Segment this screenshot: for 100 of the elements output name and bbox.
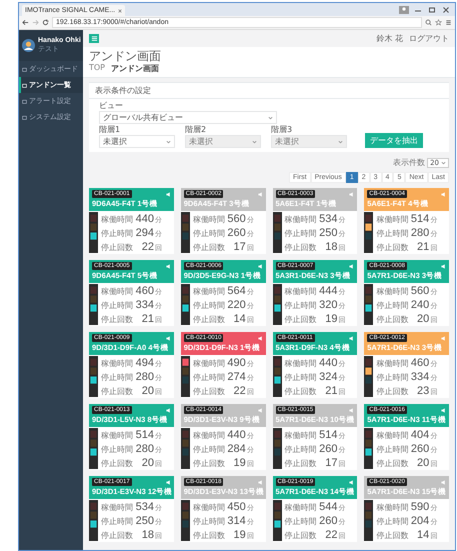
stat-label: 停止回数 <box>192 242 225 253</box>
field-label: 階層3 <box>271 125 294 135</box>
stat-value: 260 <box>318 443 338 455</box>
speaker-icon[interactable] <box>166 192 171 196</box>
stat-value: 22 <box>324 529 338 541</box>
stat-label: 停止回数 <box>284 242 316 253</box>
forward-icon[interactable] <box>32 19 39 26</box>
stat-label: 稼働時間 <box>192 358 225 369</box>
stat-value: 460 <box>134 285 154 297</box>
avatar-icon <box>22 39 35 52</box>
field-label: 階層2 <box>185 125 208 135</box>
stat-label: 停止時間 <box>192 516 225 527</box>
speaker-icon[interactable] <box>441 264 446 268</box>
stat-label: 稼働時間 <box>376 214 408 225</box>
speaker-icon[interactable] <box>166 480 171 484</box>
stat-label: 停止時間 <box>284 444 316 455</box>
stat-value: 564 <box>226 285 246 297</box>
level-select[interactable]: 未選択 <box>99 135 175 148</box>
stat-value: 23 <box>416 385 430 397</box>
speaker-icon[interactable] <box>166 408 171 412</box>
stat-value: 560 <box>410 285 430 297</box>
stat-label: 停止回数 <box>376 458 408 469</box>
zoom-icon[interactable] <box>425 19 432 26</box>
speaker-icon[interactable] <box>166 264 171 268</box>
stat-value: 204 <box>410 515 430 527</box>
close-icon[interactable] <box>441 6 451 14</box>
stat-value: 324 <box>318 371 338 383</box>
stat-label: 稼働時間 <box>101 286 133 297</box>
stat-value: 20 <box>140 457 154 469</box>
stat-label: 停止時間 <box>101 372 133 383</box>
stat-label: 稼働時間 <box>101 214 133 225</box>
caret-icon <box>338 140 343 144</box>
stat-label: 稼働時間 <box>284 214 316 225</box>
stat-label: 停止回数 <box>192 458 225 469</box>
speaker-icon[interactable] <box>258 408 262 412</box>
stat-label: 停止回数 <box>101 314 133 325</box>
stat-value: 460 <box>410 357 430 369</box>
stat-label: 停止時間 <box>101 228 133 239</box>
back-icon[interactable] <box>22 19 29 26</box>
logout-link[interactable]: ログアウト <box>409 33 449 44</box>
stat-value: 20 <box>416 457 430 469</box>
stat-value: 534 <box>134 501 154 513</box>
speaker-icon[interactable] <box>349 408 354 412</box>
stat-value: 260 <box>410 443 430 455</box>
user-icon[interactable] <box>399 6 409 14</box>
speaker-icon[interactable] <box>441 408 446 412</box>
stat-value: 450 <box>226 501 246 513</box>
menu-icon[interactable] <box>445 19 452 26</box>
stat-label: 稼働時間 <box>376 286 408 297</box>
stat-value: 590 <box>410 501 430 513</box>
breadcrumb-item[interactable]: TOP <box>89 63 106 74</box>
stat-label: 停止回数 <box>101 242 133 253</box>
stat-label: 停止回数 <box>192 530 225 541</box>
stat-value: 250 <box>318 227 338 239</box>
speaker-icon[interactable] <box>441 336 446 340</box>
stat-value: 20 <box>416 313 430 325</box>
speaker-icon[interactable] <box>441 192 446 196</box>
speaker-icon[interactable] <box>349 336 354 340</box>
stat-value: 320 <box>318 299 338 311</box>
speaker-icon[interactable] <box>258 480 262 484</box>
close-icon[interactable] <box>118 8 122 12</box>
reload-icon[interactable] <box>42 19 49 26</box>
speaker-icon[interactable] <box>258 192 262 196</box>
stat-value: 18 <box>140 529 154 541</box>
restore-icon[interactable] <box>427 6 437 14</box>
stat-label: 停止時間 <box>284 228 316 239</box>
stat-value: 514 <box>318 429 338 441</box>
stat-value: 17 <box>232 241 246 253</box>
speaker-icon[interactable] <box>349 192 354 196</box>
stat-label: 稼働時間 <box>284 286 316 297</box>
speaker-icon[interactable] <box>441 480 446 484</box>
stat-value: 544 <box>318 501 338 513</box>
stat-value: 22 <box>232 385 246 397</box>
caret-icon <box>268 116 273 120</box>
stat-value: 294 <box>134 227 154 239</box>
stat-value: 490 <box>226 357 246 369</box>
stat-label: 停止時間 <box>376 300 408 311</box>
stat-label: 停止回数 <box>192 314 225 325</box>
stat-value: 260 <box>318 515 338 527</box>
speaker-icon[interactable] <box>349 264 354 268</box>
menu-button[interactable] <box>89 34 99 43</box>
caret-icon <box>166 140 171 144</box>
stat-value: 17 <box>324 457 338 469</box>
stat-value: 19 <box>232 457 246 469</box>
view-select[interactable]: グローバル共有ビュー <box>99 111 277 124</box>
star-icon[interactable] <box>435 19 442 26</box>
speaker-icon[interactable] <box>166 336 171 340</box>
stat-value: 22 <box>140 241 154 253</box>
stat-label: 停止時間 <box>376 228 408 239</box>
stat-value: 19 <box>324 313 338 325</box>
stat-value: 314 <box>226 515 246 527</box>
speaker-icon[interactable] <box>258 264 262 268</box>
stat-value: 440 <box>134 213 154 225</box>
speaker-icon[interactable] <box>349 480 354 484</box>
field-label: ビュー <box>99 101 124 111</box>
monitor-icon <box>22 82 27 88</box>
stat-value: 20 <box>140 385 154 397</box>
speaker-icon[interactable] <box>258 336 262 340</box>
stat-label: 稼働時間 <box>284 502 316 513</box>
stat-value: 14 <box>416 529 430 541</box>
